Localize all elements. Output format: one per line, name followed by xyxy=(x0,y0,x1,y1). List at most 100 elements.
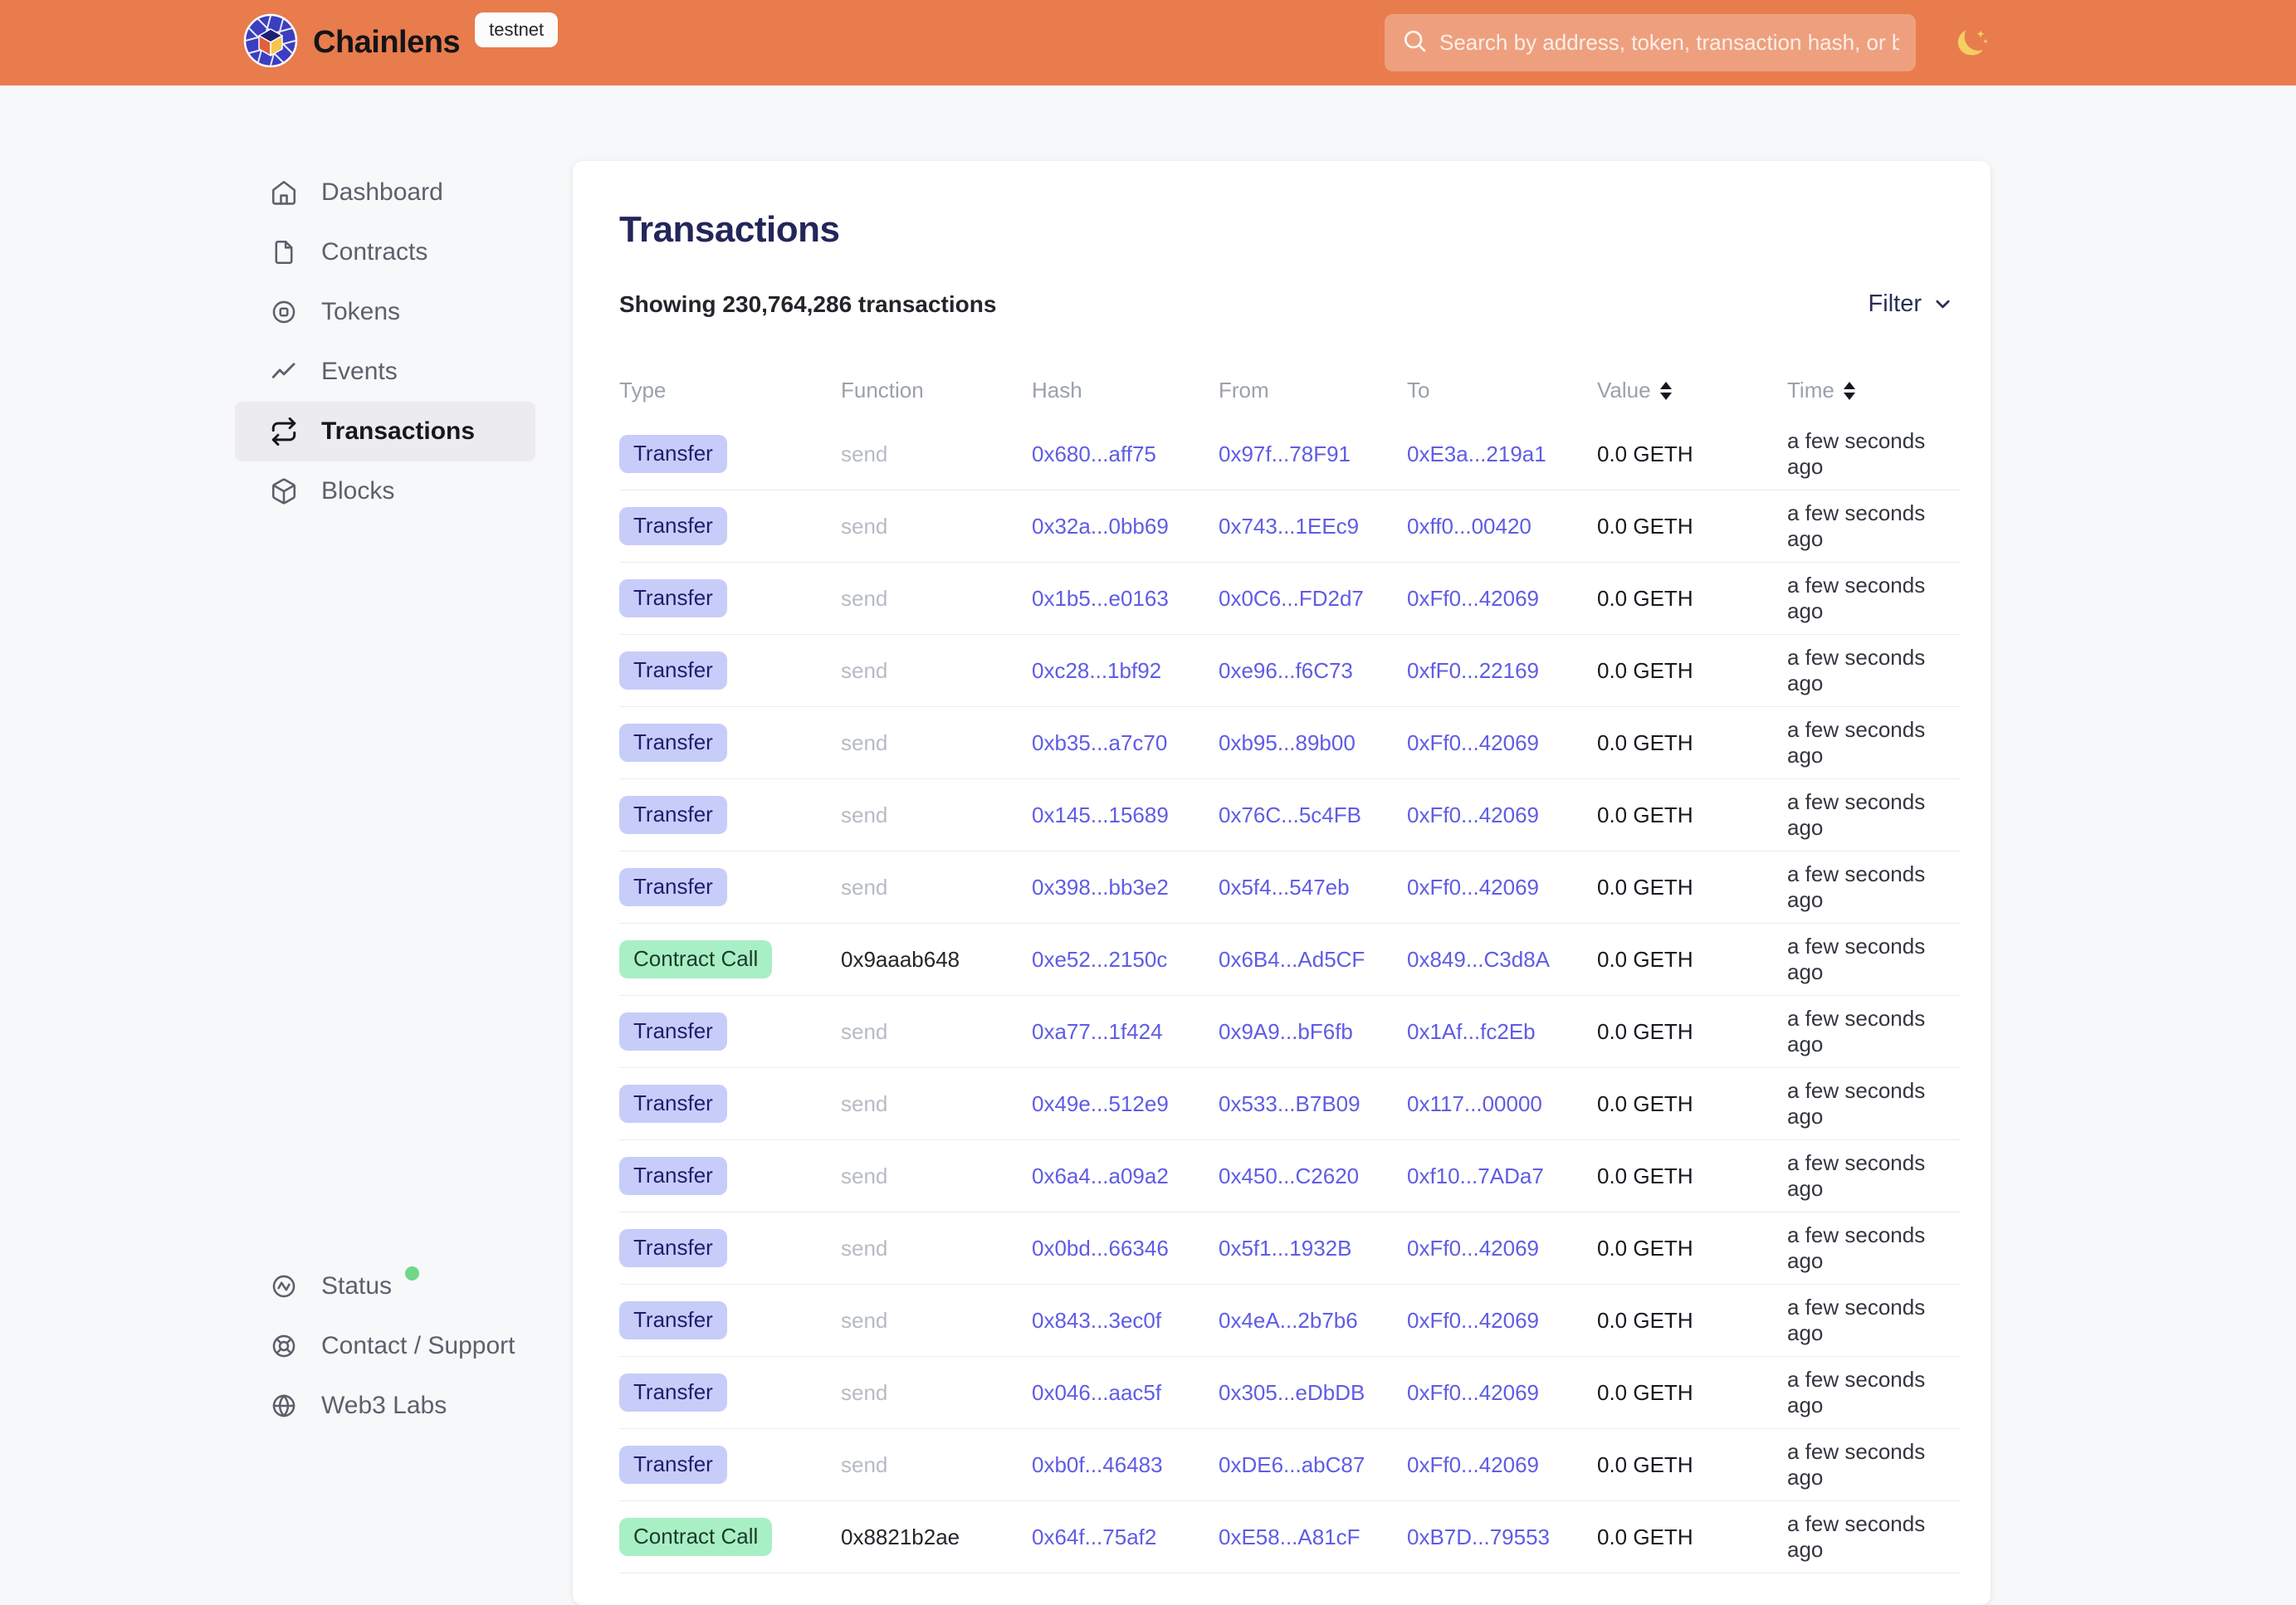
hash-link[interactable]: 0x046...aac5f xyxy=(1032,1380,1219,1406)
sidebar-item-events[interactable]: Events xyxy=(235,342,535,402)
from-address-link[interactable]: 0x5f4...547eb xyxy=(1219,875,1407,900)
from-address-link[interactable]: 0xb95...89b00 xyxy=(1219,730,1407,756)
from-address-link[interactable]: 0x0C6...FD2d7 xyxy=(1219,586,1407,612)
hash-link[interactable]: 0xe52...2150c xyxy=(1032,947,1219,973)
time-cell: a few seconds ago xyxy=(1787,861,1961,913)
value-cell: 0.0 GETH xyxy=(1597,1380,1787,1406)
from-address-link[interactable]: 0x97f...78F91 xyxy=(1219,441,1407,467)
time-cell: a few seconds ago xyxy=(1787,428,1961,480)
table-row: Transfer send 0x046...aac5f 0x305...eDbD… xyxy=(619,1357,1961,1429)
hash-link[interactable]: 0xb0f...46483 xyxy=(1032,1452,1219,1478)
globe-icon xyxy=(270,1392,298,1420)
table-row: Transfer send 0xb35...a7c70 0xb95...89b0… xyxy=(619,707,1961,779)
time-cell: a few seconds ago xyxy=(1787,1078,1961,1129)
from-address-link[interactable]: 0xDE6...abC87 xyxy=(1219,1452,1407,1478)
sidebar-footer-nav: Status Contact / Support Web3 Labs xyxy=(235,1256,535,1436)
filter-button[interactable]: Filter xyxy=(1869,290,1961,318)
to-address-link[interactable]: 0xFf0...42069 xyxy=(1407,802,1597,828)
dark-mode-toggle[interactable] xyxy=(1951,22,1992,64)
to-address-link[interactable]: 0xFf0...42069 xyxy=(1407,875,1597,900)
sidebar-item-transactions[interactable]: Transactions xyxy=(235,402,535,461)
hash-link[interactable]: 0x680...aff75 xyxy=(1032,441,1219,467)
chainlens-logo-icon xyxy=(243,13,298,72)
to-address-link[interactable]: 0xB7D...79553 xyxy=(1407,1525,1597,1550)
hash-link[interactable]: 0x6a4...a09a2 xyxy=(1032,1164,1219,1189)
hash-link[interactable]: 0x398...bb3e2 xyxy=(1032,875,1219,900)
time-cell: a few seconds ago xyxy=(1787,1150,1961,1202)
from-address-link[interactable]: 0xe96...f6C73 xyxy=(1219,658,1407,684)
value-cell: 0.0 GETH xyxy=(1597,875,1787,900)
hash-link[interactable]: 0x64f...75af2 xyxy=(1032,1525,1219,1550)
from-address-link[interactable]: 0x9A9...bF6fb xyxy=(1219,1019,1407,1045)
sidebar-item-contracts[interactable]: Contracts xyxy=(235,222,535,282)
type-badge: Transfer xyxy=(619,1157,727,1195)
function-cell: 0x9aaab648 xyxy=(841,947,1032,973)
to-address-link[interactable]: 0xff0...00420 xyxy=(1407,514,1597,539)
type-badge: Transfer xyxy=(619,1446,727,1484)
to-address-link[interactable]: 0xFf0...42069 xyxy=(1407,1308,1597,1334)
from-address-link[interactable]: 0x4eA...2b7b6 xyxy=(1219,1308,1407,1334)
value-cell: 0.0 GETH xyxy=(1597,586,1787,612)
function-cell: send xyxy=(841,1091,1032,1117)
from-address-link[interactable]: 0x743...1EEc9 xyxy=(1219,514,1407,539)
sidebar-item-status[interactable]: Status xyxy=(235,1256,535,1316)
hash-link[interactable]: 0x843...3ec0f xyxy=(1032,1308,1219,1334)
sidebar-item-blocks[interactable]: Blocks xyxy=(235,461,535,521)
sidebar-item-label: Dashboard xyxy=(321,178,443,207)
type-cell: Transfer xyxy=(619,507,841,545)
top-bar: Chainlens testnet xyxy=(0,0,2296,85)
hash-link[interactable]: 0xb35...a7c70 xyxy=(1032,730,1219,756)
column-header-value: Value xyxy=(1597,378,1787,403)
to-address-link[interactable]: 0xFf0...42069 xyxy=(1407,1380,1597,1406)
sidebar-item-label: Web3 Labs xyxy=(321,1392,447,1420)
hash-link[interactable]: 0xa77...1f424 xyxy=(1032,1019,1219,1045)
from-address-link[interactable]: 0x5f1...1932B xyxy=(1219,1236,1407,1261)
to-address-link[interactable]: 0xE3a...219a1 xyxy=(1407,441,1597,467)
to-address-link[interactable]: 0xFf0...42069 xyxy=(1407,1236,1597,1261)
time-cell: a few seconds ago xyxy=(1787,500,1961,552)
from-address-link[interactable]: 0x533...B7B09 xyxy=(1219,1091,1407,1117)
to-address-link[interactable]: 0xFf0...42069 xyxy=(1407,586,1597,612)
table-row: Contract Call 0x9aaab648 0xe52...2150c 0… xyxy=(619,924,1961,996)
sidebar-nav: Dashboard Contracts Tokens Events Transa… xyxy=(235,163,535,521)
sidebar-item-tokens[interactable]: Tokens xyxy=(235,282,535,342)
hash-link[interactable]: 0x145...15689 xyxy=(1032,802,1219,828)
table-row: Transfer send 0x145...15689 0x76C...5c4F… xyxy=(619,779,1961,851)
from-address-link[interactable]: 0x76C...5c4FB xyxy=(1219,802,1407,828)
to-address-link[interactable]: 0xf10...7ADa7 xyxy=(1407,1164,1597,1189)
from-address-link[interactable]: 0xE58...A81cF xyxy=(1219,1525,1407,1550)
to-address-link[interactable]: 0xFf0...42069 xyxy=(1407,1452,1597,1478)
trending-icon xyxy=(270,358,298,386)
hash-link[interactable]: 0x49e...512e9 xyxy=(1032,1091,1219,1117)
value-cell: 0.0 GETH xyxy=(1597,1525,1787,1550)
page-title: Transactions xyxy=(619,209,1961,251)
to-address-link[interactable]: 0x849...C3d8A xyxy=(1407,947,1597,973)
sidebar-item-web3-labs[interactable]: Web3 Labs xyxy=(235,1376,535,1436)
to-address-link[interactable]: 0xFf0...42069 xyxy=(1407,730,1597,756)
table-row: Transfer send 0xa77...1f424 0x9A9...bF6f… xyxy=(619,996,1961,1068)
from-address-link[interactable]: 0x305...eDbDB xyxy=(1219,1380,1407,1406)
hash-link[interactable]: 0x1b5...e0163 xyxy=(1032,586,1219,612)
status-online-dot xyxy=(405,1266,419,1281)
sort-value-button[interactable] xyxy=(1660,382,1672,400)
sidebar-item-contact-support[interactable]: Contact / Support xyxy=(235,1316,535,1376)
from-address-link[interactable]: 0x6B4...Ad5CF xyxy=(1219,947,1407,973)
search-input[interactable] xyxy=(1439,30,1899,56)
table-row: Transfer send 0x6a4...a09a2 0x450...C262… xyxy=(619,1140,1961,1212)
hash-link[interactable]: 0x32a...0bb69 xyxy=(1032,514,1219,539)
function-cell: send xyxy=(841,514,1032,539)
value-cell: 0.0 GETH xyxy=(1597,1452,1787,1478)
function-cell: send xyxy=(841,1380,1032,1406)
to-address-link[interactable]: 0x1Af...fc2Eb xyxy=(1407,1019,1597,1045)
brand-link[interactable]: Chainlens testnet xyxy=(243,0,558,85)
to-address-link[interactable]: 0x117...00000 xyxy=(1407,1091,1597,1117)
hash-link[interactable]: 0x0bd...66346 xyxy=(1032,1236,1219,1261)
time-cell: a few seconds ago xyxy=(1787,573,1961,624)
sidebar-item-dashboard[interactable]: Dashboard xyxy=(235,163,535,222)
value-cell: 0.0 GETH xyxy=(1597,1164,1787,1189)
hash-link[interactable]: 0xc28...1bf92 xyxy=(1032,658,1219,684)
sort-time-button[interactable] xyxy=(1844,382,1855,400)
from-address-link[interactable]: 0x450...C2620 xyxy=(1219,1164,1407,1189)
type-badge: Contract Call xyxy=(619,940,772,978)
to-address-link[interactable]: 0xfF0...22169 xyxy=(1407,658,1597,684)
